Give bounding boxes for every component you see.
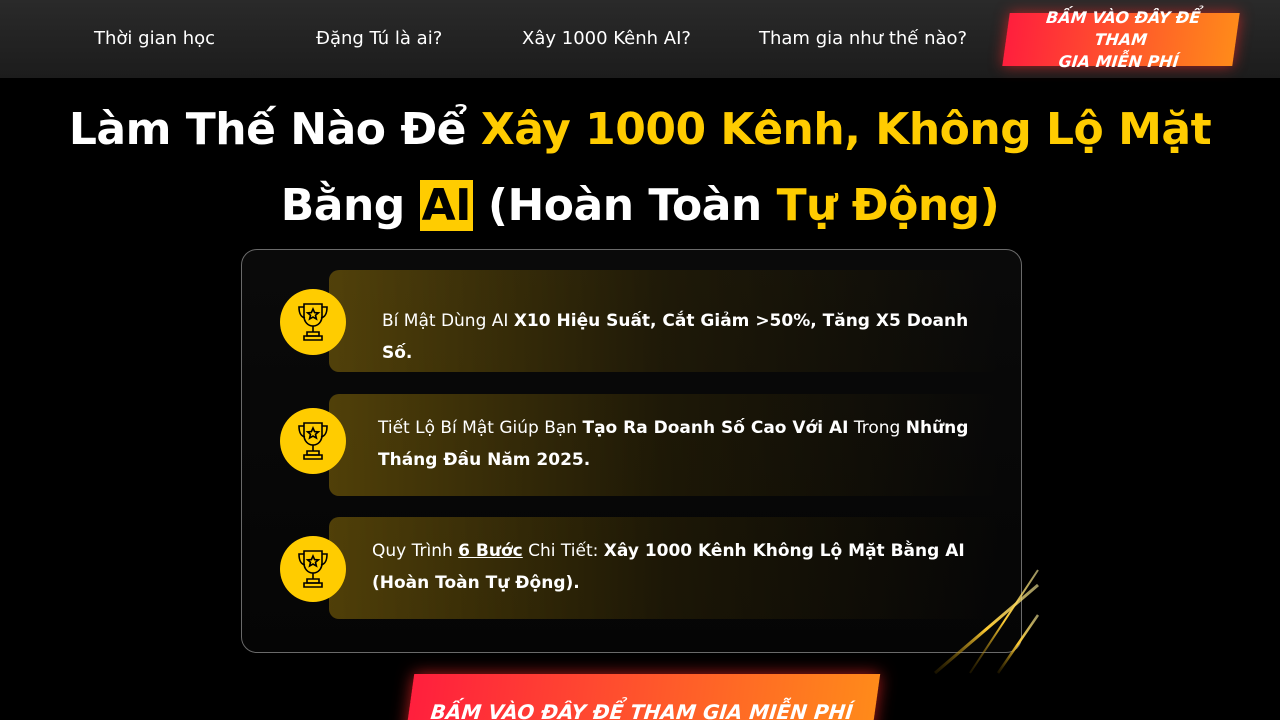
join-free-button-top[interactable]: BẤM VÀO ĐÂY ĐỂ THAM GIA MIỄN PHÍ (1002, 8, 1240, 71)
benefit-text: Quy Trình (372, 541, 459, 561)
benefit-text-bold: Tháng Đầu Năm 2025. (378, 450, 591, 470)
headline-line-2: Bằng AI (Hoàn Toàn Tự Động) (0, 168, 1280, 244)
headline-ai-badge: AI (419, 180, 474, 231)
benefit-text-3: Quy Trình 6 Bước Chi Tiết: Xây 1000 Kênh… (372, 535, 992, 599)
join-free-button-bottom-label: BẤM VÀO ĐÂY ĐỂ THAM GIA MIỄN PHÍ (429, 700, 855, 720)
nav-link-how-to-join[interactable]: Tham gia như thế nào? (759, 27, 967, 51)
trophy-icon (280, 408, 346, 474)
join-free-button-top-label: BẤM VÀO ĐÂY ĐỂ THAM GIA MIỄN PHÍ (1013, 7, 1230, 73)
benefit-text-bold: Những (905, 418, 969, 438)
trophy-icon (280, 289, 346, 355)
benefit-text-bold: Xây 1000 Kênh Không Lộ Mặt Bằng AI (603, 541, 965, 561)
join-free-button-bottom[interactable]: BẤM VÀO ĐÂY ĐỂ THAM GIA MIỄN PHÍ (405, 674, 881, 720)
trophy-icon (280, 536, 346, 602)
nav-link-build-channels[interactable]: Xây 1000 Kênh AI? (522, 27, 691, 51)
benefit-text-underlined: 6 Bước (458, 541, 523, 561)
benefit-text: Tiết Lộ Bí Mật Giúp Bạn (378, 418, 583, 438)
benefit-text-1: Bí Mật Dùng AI X10 Hiệu Suất, Cắt Giảm >… (382, 305, 992, 369)
page-headline: Làm Thế Nào Để Xây 1000 Kênh, Không Lộ M… (0, 92, 1280, 244)
top-navigation: Thời gian học Đặng Tú là ai? Xây 1000 Kê… (0, 0, 1280, 78)
join-free-top-line2: GIA MIỄN PHÍ (1057, 51, 1180, 71)
gold-streaks-decoration (934, 569, 1040, 675)
headline-highlight: Tự Động) (776, 180, 1000, 231)
benefit-text: Trong (848, 418, 906, 438)
join-free-top-line1: BẤM VÀO ĐÂY ĐỂ THAM (1045, 7, 1202, 49)
benefit-text: Bí Mật Dùng AI (382, 311, 514, 331)
benefit-text-bold: (Hoàn Toàn Tự Động). (372, 573, 580, 593)
nav-link-about-dang-tu[interactable]: Đặng Tú là ai? (316, 27, 442, 51)
benefits-card: Bí Mật Dùng AI X10 Hiệu Suất, Cắt Giảm >… (241, 249, 1022, 653)
headline-text: Bằng (280, 180, 420, 231)
headline-highlight: Xây 1000 Kênh, Không Lộ Mặt (480, 104, 1212, 155)
benefit-text-2: Tiết Lộ Bí Mật Giúp Bạn Tạo Ra Doanh Số … (378, 412, 988, 476)
benefit-text-bold: Tạo Ra Doanh Số Cao Với AI (582, 418, 849, 438)
headline-line-1: Làm Thế Nào Để Xây 1000 Kênh, Không Lộ M… (0, 92, 1280, 168)
headline-text: (Hoàn Toàn (473, 180, 777, 231)
headline-text: Làm Thế Nào Để (68, 104, 481, 155)
benefit-text: Chi Tiết: (522, 541, 604, 561)
nav-link-study-time[interactable]: Thời gian học (94, 27, 215, 51)
